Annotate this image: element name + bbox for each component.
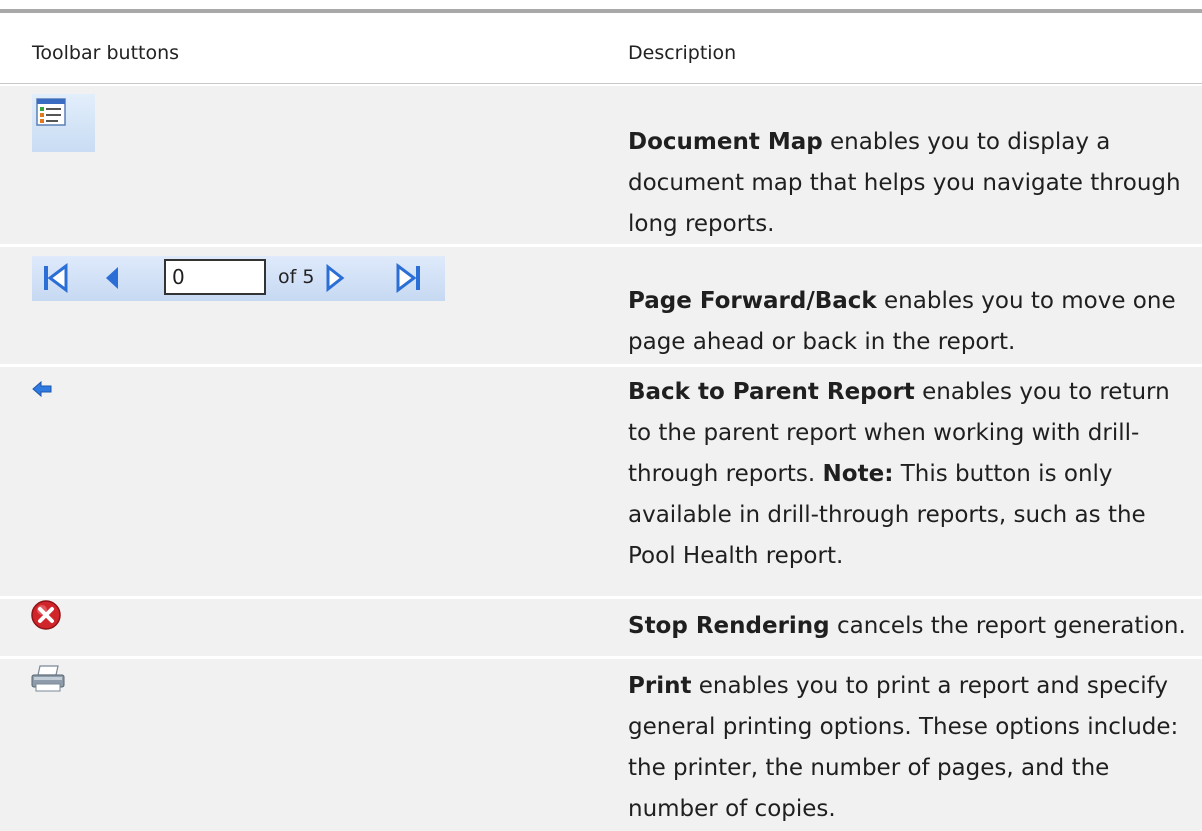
header-description: Description [628,42,737,64]
table-row: Stop Rendering cancels the report genera… [0,599,1202,656]
row-description: Back to Parent Report enables you to ret… [628,372,1188,577]
row-text: cancels the report generation. [829,613,1186,639]
page-number-input[interactable]: 0 [164,259,266,295]
row-title: Print [628,673,692,699]
row-description: Print enables you to print a report and … [628,666,1188,830]
row-description: Stop Rendering cancels the report genera… [628,606,1188,647]
document-map-button[interactable] [32,94,95,152]
previous-page-icon[interactable] [98,263,128,293]
table-row: Print enables you to print a report and … [0,659,1202,831]
row-title: Document Map [628,129,823,155]
last-page-icon[interactable] [394,263,424,293]
printer-icon[interactable] [30,665,66,693]
table-row: Document Map enables you to display a do… [0,86,1202,244]
header-divider [0,83,1202,84]
stop-icon[interactable] [30,599,62,631]
note-label: Note: [822,461,894,487]
page-navigation-toolbar: 0 of 5 [32,256,445,301]
next-page-icon[interactable] [320,263,350,293]
back-arrow-icon[interactable] [32,381,52,397]
row-title: Back to Parent Report [628,379,915,405]
page-count-label: of 5 [278,266,315,288]
row-title: Stop Rendering [628,613,830,639]
row-description: Page Forward/Back enables you to move on… [628,281,1188,363]
document-map-icon [36,98,66,126]
row-title: Page Forward/Back [628,288,877,314]
table-row: Back to Parent Report enables you to ret… [0,367,1202,596]
row-description: Document Map enables you to display a do… [628,122,1188,245]
row-text: enables you to print a report and specif… [628,673,1179,822]
table-row: 0 of 5 Page Forward/Back enables you to … [0,247,1202,364]
first-page-icon[interactable] [40,263,70,293]
header-toolbar-buttons: Toolbar buttons [32,42,180,64]
table-header: Toolbar buttons Description [0,13,1202,84]
